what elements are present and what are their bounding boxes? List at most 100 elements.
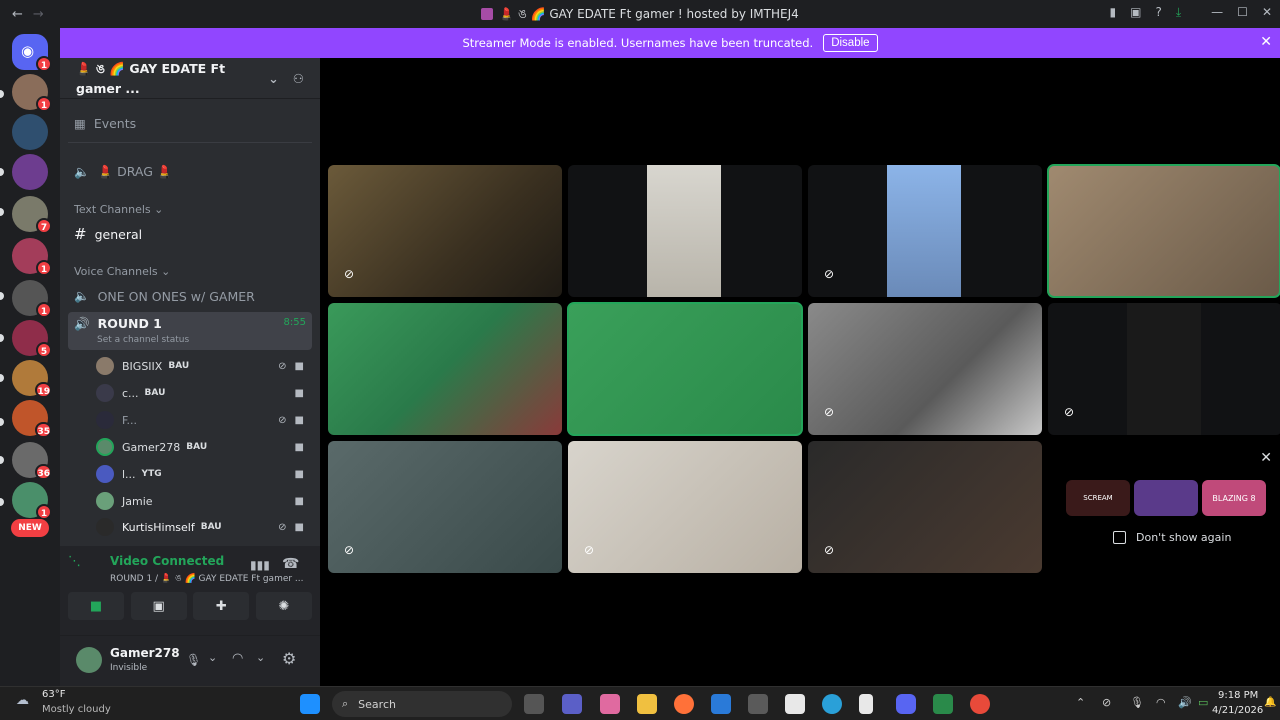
- dropbox-icon[interactable]: [748, 694, 768, 714]
- notifications-icon[interactable]: 🔔: [1264, 697, 1276, 708]
- minimize-icon[interactable]: —: [1211, 5, 1223, 20]
- server-icon[interactable]: 1: [12, 238, 52, 276]
- server-icon[interactable]: [12, 114, 48, 150]
- channel-one-on-ones[interactable]: 🔈 ONE ON ONES w/ GAMER: [68, 283, 312, 309]
- video-tile[interactable]: ⊘: [568, 441, 802, 573]
- chevron-down-icon[interactable]: ⌄: [256, 651, 265, 664]
- server-icon[interactable]: 1: [12, 74, 52, 112]
- firefox-icon[interactable]: [674, 694, 694, 714]
- video-tile[interactable]: ⊘: [328, 165, 562, 297]
- taskbar-search[interactable]: ⌕ Search: [332, 691, 512, 717]
- server-icon[interactable]: 19: [12, 360, 52, 398]
- voice-member[interactable]: F... ⊘ ■: [96, 409, 308, 431]
- server-icon[interactable]: 5: [12, 320, 52, 358]
- file-icon[interactable]: [859, 694, 873, 714]
- server-icon[interactable]: [12, 154, 48, 190]
- video-tile[interactable]: ⊘: [808, 441, 1042, 573]
- video-tile[interactable]: [568, 165, 802, 297]
- user-avatar[interactable]: [76, 647, 102, 673]
- channel-status-text[interactable]: Set a channel status: [97, 335, 189, 345]
- promo-thumbnail[interactable]: SCREAM: [1066, 480, 1130, 516]
- discord-home-icon[interactable]: ◉ 1: [12, 34, 52, 72]
- new-servers-badge[interactable]: NEW: [11, 519, 49, 537]
- volume-icon[interactable]: 🔊: [1178, 696, 1192, 709]
- video-tile[interactable]: ⊘: [808, 303, 1042, 435]
- bookmark-icon[interactable]: ▮: [1110, 5, 1117, 20]
- download-icon[interactable]: ⤓: [1176, 5, 1181, 20]
- voice-member[interactable]: l... YTG ■: [96, 463, 308, 485]
- voice-member[interactable]: Gamer278 BAU ■: [96, 436, 308, 458]
- camera-button[interactable]: ■: [68, 592, 124, 620]
- server-icon[interactable]: 35: [12, 400, 52, 438]
- dont-show-checkbox[interactable]: [1113, 531, 1126, 544]
- microphone-icon[interactable]: 🎙: [186, 653, 201, 667]
- video-tile[interactable]: ⊘: [328, 441, 562, 573]
- events-item[interactable]: ▦ Events: [68, 110, 312, 136]
- edge-icon[interactable]: [822, 694, 842, 714]
- channel-general[interactable]: # general: [68, 221, 312, 247]
- network-off-icon[interactable]: ⊘: [1102, 696, 1111, 709]
- close-promo-icon[interactable]: ✕: [1260, 450, 1272, 466]
- app-icon[interactable]: [933, 694, 953, 714]
- server-icon[interactable]: 36: [12, 442, 52, 480]
- task-view-icon[interactable]: [524, 694, 544, 714]
- mail-icon[interactable]: [711, 694, 731, 714]
- server-icon[interactable]: 1: [12, 280, 52, 318]
- voice-location[interactable]: ROUND 1 / 💄 ঙ 🌈 GAY EDATE Ft gamer ...: [110, 571, 304, 586]
- clock-date[interactable]: 4/21/2026: [1212, 705, 1263, 716]
- battery-icon[interactable]: ▭: [1198, 696, 1208, 709]
- voice-member[interactable]: BIGSIIX BAU ⊘ ■: [96, 355, 308, 377]
- copilot-icon[interactable]: [600, 694, 620, 714]
- voice-member[interactable]: Jamie ■: [96, 490, 308, 512]
- muted-icon: ⊘: [824, 267, 835, 281]
- activities-icon: ✚: [215, 598, 227, 614]
- add-friend-icon[interactable]: ⚇: [293, 71, 304, 86]
- video-tile[interactable]: [1047, 164, 1280, 298]
- unread-pill: [0, 456, 4, 464]
- teams-icon[interactable]: [562, 694, 582, 714]
- soundboard-button[interactable]: ✺: [255, 592, 312, 620]
- channel-drag-label: 💄 DRAG 💄: [97, 164, 173, 179]
- screen-share-button[interactable]: ▣: [130, 592, 187, 620]
- activities-button[interactable]: ✚: [193, 592, 250, 620]
- chevron-up-icon[interactable]: ⌃: [1076, 696, 1085, 709]
- microphone-tray-icon[interactable]: 🎙: [1130, 696, 1144, 709]
- clock-time[interactable]: 9:18 PM: [1218, 690, 1258, 701]
- channel-drag[interactable]: 🔈 💄 DRAG 💄: [68, 159, 312, 185]
- inbox-icon[interactable]: ▣: [1130, 5, 1141, 20]
- channel-round1[interactable]: 🔊 ROUND 1 8:55 Set a channel status: [68, 312, 312, 350]
- chrome-icon[interactable]: [970, 694, 990, 714]
- discord-taskbar-icon[interactable]: [896, 694, 916, 714]
- server-icon[interactable]: 1: [12, 482, 52, 520]
- headphones-icon[interactable]: ◠: [232, 651, 243, 666]
- video-tile[interactable]: [328, 303, 562, 435]
- help-icon[interactable]: ?: [1155, 5, 1161, 20]
- file-explorer-icon[interactable]: [637, 694, 657, 714]
- disable-streamer-mode-button[interactable]: Disable: [823, 34, 878, 52]
- chevron-down-icon[interactable]: ⌄: [208, 651, 217, 664]
- wifi-icon[interactable]: ◠: [1156, 696, 1166, 709]
- notion-icon[interactable]: [785, 694, 805, 714]
- server-header[interactable]: 💄 ঙ 🌈 GAY EDATE Ft gamer ... ⌄ ⚇: [60, 58, 320, 98]
- category-text-channels[interactable]: Text Channels ⌄: [74, 203, 163, 216]
- promo-thumbnail[interactable]: BLAZING 8: [1202, 480, 1266, 516]
- start-icon[interactable]: [300, 694, 320, 714]
- promo-thumbnail[interactable]: [1134, 480, 1198, 516]
- noise-suppression-icon[interactable]: ▮▮▮: [250, 558, 270, 572]
- chevron-down-icon[interactable]: ⌄: [268, 71, 278, 86]
- muted-icon: ⊘: [278, 414, 287, 426]
- close-banner-icon[interactable]: ✕: [1260, 34, 1272, 50]
- video-tile[interactable]: [567, 302, 803, 436]
- video-tile[interactable]: ⊘: [808, 165, 1042, 297]
- muted-icon: ⊘: [278, 360, 287, 372]
- maximize-icon[interactable]: ☐: [1237, 5, 1248, 20]
- member-name: l...: [122, 467, 136, 481]
- disconnect-icon[interactable]: ☎: [282, 556, 299, 572]
- close-window-icon[interactable]: ✕: [1262, 5, 1272, 20]
- server-icon[interactable]: 7: [12, 196, 52, 234]
- settings-gear-icon[interactable]: ⚙: [282, 649, 296, 668]
- video-tile[interactable]: ⊘: [1048, 303, 1280, 435]
- category-voice-channels[interactable]: Voice Channels ⌄: [74, 265, 170, 278]
- voice-member[interactable]: c... BAU ■: [96, 382, 308, 404]
- voice-member[interactable]: KurtisHimself BAU ⊘ ■: [96, 516, 308, 538]
